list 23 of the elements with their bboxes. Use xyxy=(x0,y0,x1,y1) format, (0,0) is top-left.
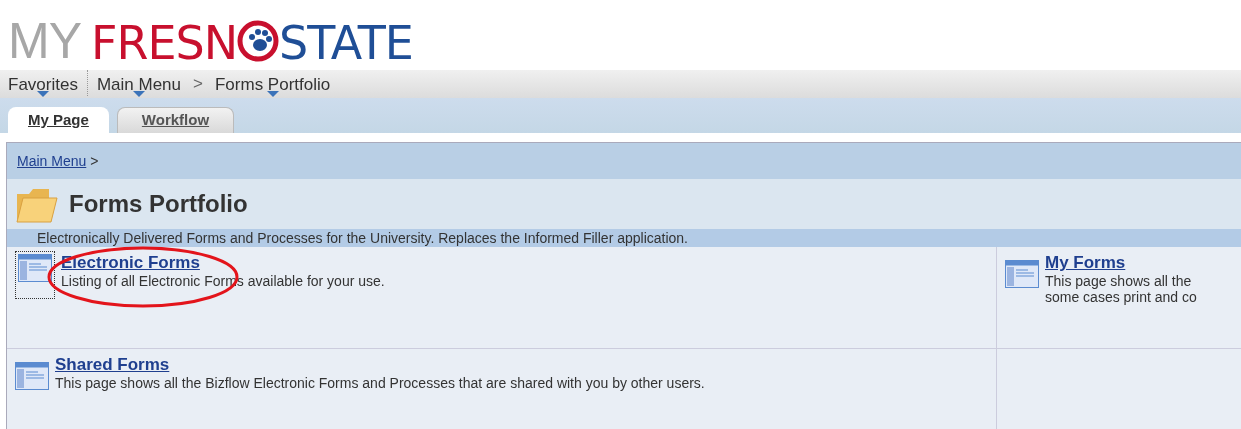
form-link[interactable]: My Forms xyxy=(1045,253,1126,273)
form-description: some cases print and co xyxy=(1045,289,1197,305)
page-description: Electronically Delivered Forms and Processes for the University. Replaces the Informed Filler application. xyxy=(7,229,1241,247)
breadcrumb-separator: > xyxy=(90,151,99,171)
page-title: Forms Portfolio xyxy=(69,189,248,219)
nav-menu-item[interactable]: Favorites xyxy=(8,70,78,98)
form-page-icon xyxy=(18,254,52,282)
paw-logo-icon xyxy=(237,20,280,62)
breadcrumb-link[interactable]: Main Menu xyxy=(17,150,87,172)
form-description: This page shows all the xyxy=(1045,273,1193,289)
tab[interactable]: Workflow xyxy=(116,107,235,133)
form-page-icon xyxy=(15,362,49,390)
logo-text: STATE xyxy=(279,20,413,66)
nav-menu-item[interactable]: Forms Portfolio xyxy=(214,70,331,98)
logo-text: MY xyxy=(8,16,81,66)
form-link[interactable]: Electronic Forms xyxy=(61,253,200,273)
tab[interactable]: My Page xyxy=(8,107,109,133)
nav-menu-item[interactable]: Main Menu xyxy=(96,70,182,98)
logo-text: FRESN xyxy=(91,20,238,66)
breadcrumb-separator: > xyxy=(193,73,203,95)
form-link[interactable]: Shared Forms xyxy=(55,355,170,375)
form-description: This page shows all the Bizflow Electronic Forms and Processes that are shared with you by other users. xyxy=(55,375,705,391)
form-page-icon xyxy=(1005,260,1039,288)
